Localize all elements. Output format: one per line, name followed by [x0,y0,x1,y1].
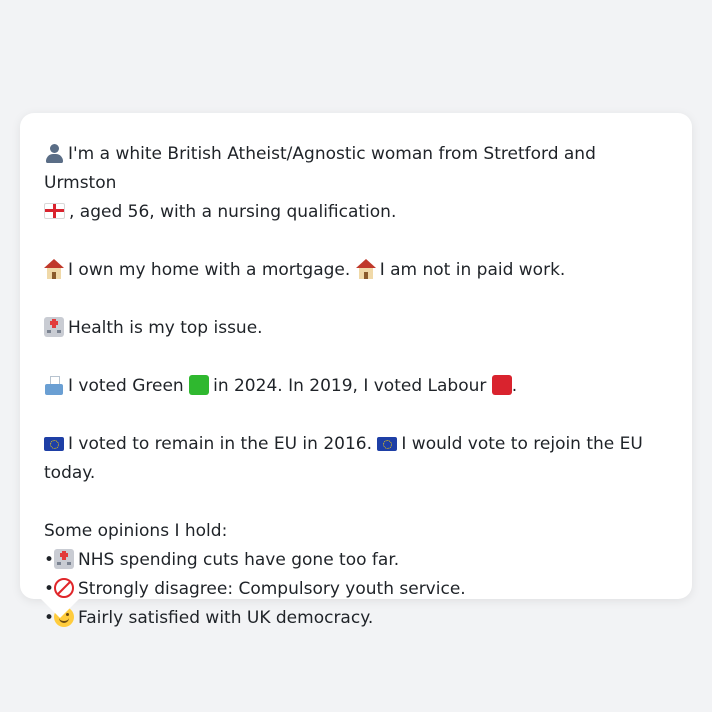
identity-text-cont: , aged 56, with a nursing qualification. [69,202,397,222]
no-entry-icon [54,578,74,598]
england-flag-icon [44,203,65,219]
home-text: I own my home with a mortgage. [68,260,351,280]
work-text: I am not in paid work. [379,260,566,280]
hospital-icon [54,549,74,569]
hospital-icon [44,317,64,337]
person-icon [44,143,64,163]
house-icon [355,259,376,279]
list-item: • Fairly satisfied with UK democracy. [44,604,668,633]
issue-text: Health is my top issue. [68,318,263,338]
eu-text-a: I voted to remain in the EU in 2016. [68,434,372,454]
opinion-text: NHS spending cuts have gone too far. [78,550,400,570]
house-icon [44,259,64,279]
speech-bubble-tail [40,598,80,618]
eu-line: I voted to remain in the EU in 2016. I w… [44,430,668,488]
green-square-icon [189,375,210,395]
vote-text-a: I voted Green [68,376,184,396]
identity-line: I'm a white British Atheist/Agnostic wom… [44,140,668,227]
home-line: I own my home with a mortgage. I am not … [44,256,668,285]
opinion-text: Fairly satisfied with UK democracy. [78,608,374,628]
profile-card: I'm a white British Atheist/Agnostic wom… [20,113,692,628]
ballot-box-icon [44,375,64,395]
bullet: • [44,550,55,570]
opinion-text: Strongly disagree: Compulsory youth serv… [78,579,466,599]
eu-flag-icon [377,437,398,451]
vote-text-b: in 2024. In 2019, I voted Labour [213,376,487,396]
identity-text: I'm a white British Atheist/Agnostic wom… [44,144,596,193]
red-square-icon [491,375,512,395]
list-item: • Strongly disagree: Compulsory youth ser… [44,575,668,604]
opinions-heading: Some opinions I hold: [44,521,228,541]
issue-line: Health is my top issue. [44,314,668,343]
vote-text-c: . [511,376,518,396]
eu-flag-icon [44,437,64,451]
list-item: • NHS spending cuts have gone too far. [44,546,668,575]
vote-line: I voted Green in 2024. In 2019, I voted … [44,372,668,401]
